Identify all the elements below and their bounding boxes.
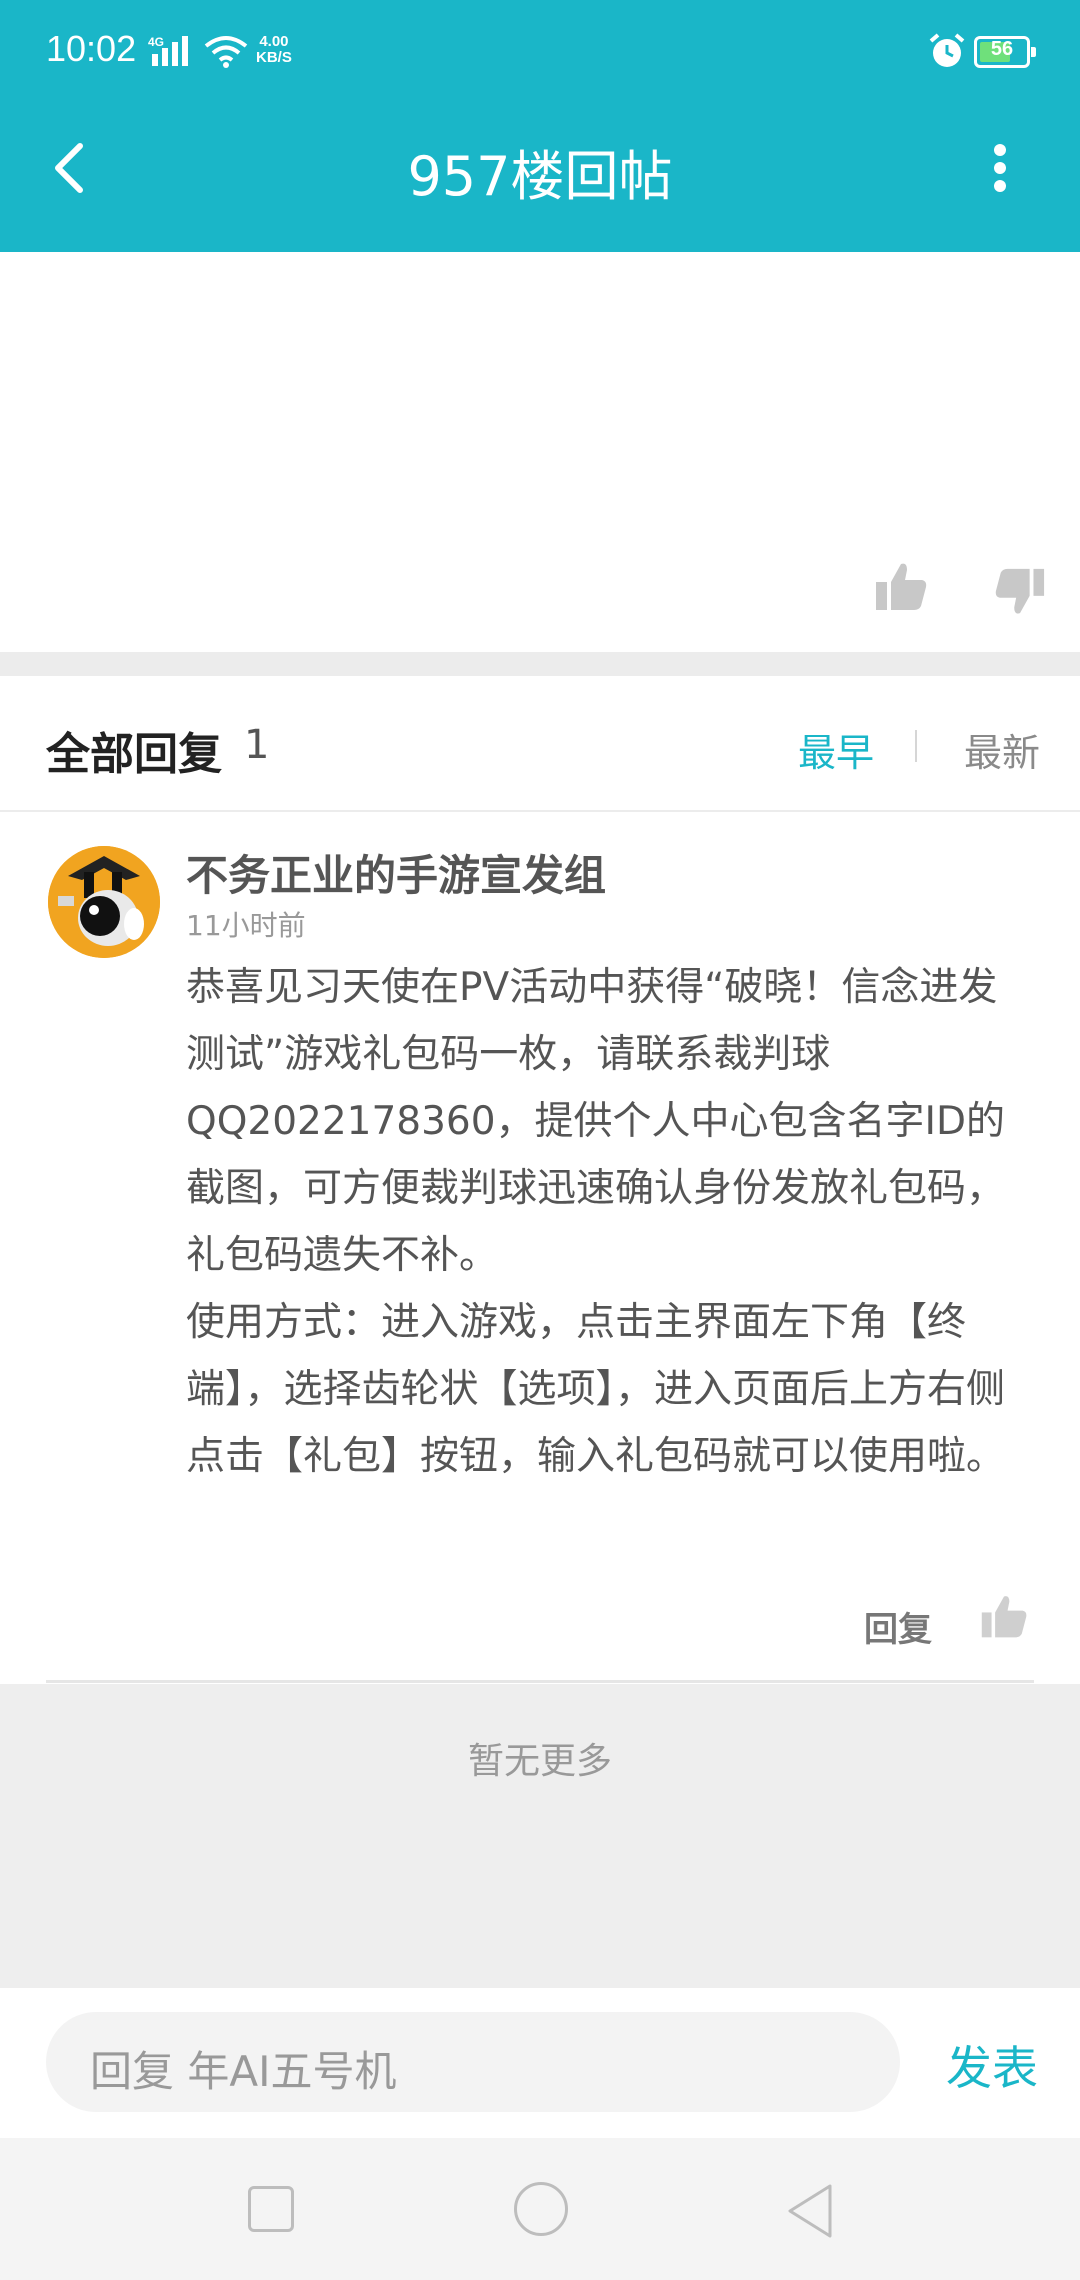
alarm-icon bbox=[929, 33, 965, 67]
comment-body: 恭喜见习天使在PV活动中获得“破晓！信念进发测试”游戏礼包码一枚，请联系裁判球Q… bbox=[186, 965, 1006, 1479]
triangle-back-icon[interactable] bbox=[784, 2182, 836, 2240]
more-vertical-icon bbox=[994, 144, 1006, 192]
battery-level: 56 bbox=[990, 38, 1014, 60]
comment-author[interactable]: 不务正业的手游宣发组 bbox=[186, 842, 606, 903]
system-nav-bar bbox=[0, 2138, 1080, 2280]
network-speed: 4.00 KB/S bbox=[256, 34, 292, 66]
comment-item: 不务正业的手游宣发组 11小时前 恭喜见习天使在PV活动中获得“破晓！信念进发测… bbox=[0, 812, 1080, 1684]
reply-input-bar: 回复 年AI五号机 发表 bbox=[0, 1988, 1080, 2138]
replies-header: 全部回复 1 最早 最新 bbox=[0, 676, 1080, 812]
list-footer: 暂无更多 bbox=[0, 1684, 1080, 1988]
reply-input[interactable]: 回复 年AI五号机 bbox=[46, 2012, 900, 2112]
top-bar: 10:02 4G 4.00 KB/S 56 957楼回帖 bbox=[0, 0, 1080, 252]
signal-icon: 4G bbox=[148, 35, 188, 66]
page-title: 957楼回帖 bbox=[407, 145, 673, 208]
replies-count: 1 bbox=[244, 722, 270, 768]
send-button[interactable]: 发表 bbox=[946, 2032, 1038, 2098]
thumbs-up-icon[interactable] bbox=[874, 560, 928, 612]
status-bar: 10:02 4G 4.00 KB/S 56 bbox=[0, 0, 1080, 110]
status-time: 10:02 bbox=[46, 28, 137, 69]
wifi-icon bbox=[204, 36, 248, 68]
circle-icon[interactable] bbox=[514, 2182, 568, 2236]
reply-button[interactable]: 回复 bbox=[864, 1602, 932, 1651]
thumbs-down-icon[interactable] bbox=[994, 566, 1046, 618]
sort-earliest-tab[interactable]: 最早 bbox=[798, 722, 874, 777]
sort-divider bbox=[915, 730, 917, 762]
section-separator bbox=[0, 652, 1080, 676]
sort-latest-tab[interactable]: 最新 bbox=[964, 722, 1040, 777]
more-button[interactable] bbox=[980, 140, 1020, 200]
no-more-text: 暂无更多 bbox=[467, 1741, 612, 1782]
comment-time: 11小时前 bbox=[186, 909, 306, 942]
replies-title: 全部回复 bbox=[46, 729, 222, 780]
divider bbox=[46, 1680, 1034, 1683]
reply-input-placeholder: 回复 年AI五号机 bbox=[90, 2047, 397, 2096]
square-icon[interactable] bbox=[248, 2186, 294, 2232]
avatar[interactable] bbox=[48, 846, 160, 958]
speed-value: 4.00 bbox=[259, 33, 289, 50]
speed-unit: KB/S bbox=[256, 49, 292, 66]
battery-icon: 56 bbox=[974, 36, 1036, 68]
thumbs-up-icon[interactable] bbox=[980, 1592, 1028, 1640]
network-type: 4G bbox=[148, 35, 164, 49]
